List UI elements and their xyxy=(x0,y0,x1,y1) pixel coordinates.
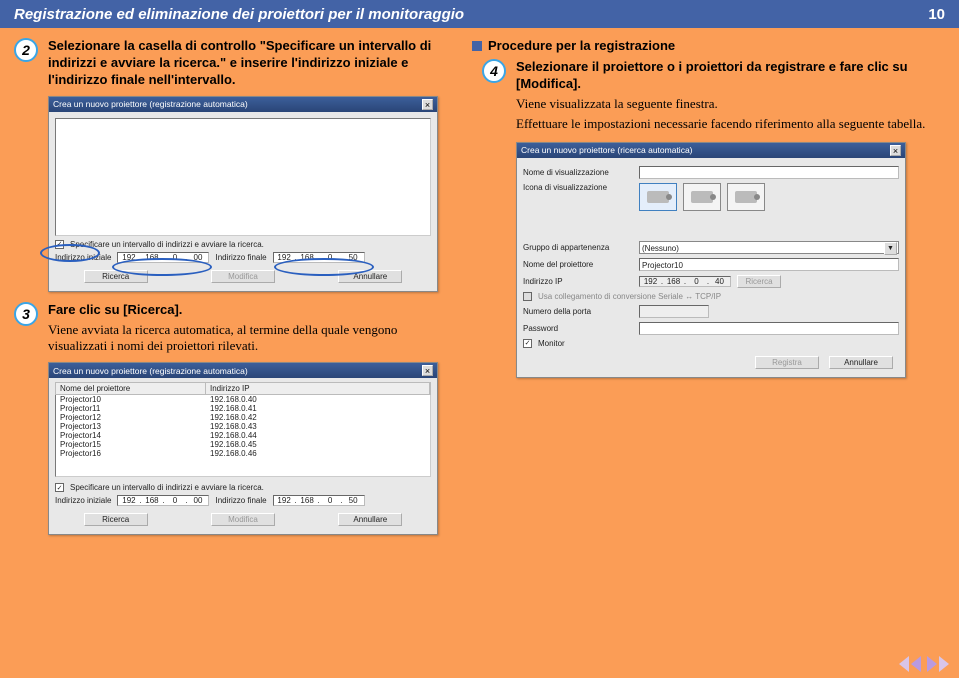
step-2-text: Selezionare la casella di controllo "Spe… xyxy=(48,38,454,89)
table-row: Projector10192.168.0.40 xyxy=(56,395,430,404)
cancel-button[interactable]: Annullare xyxy=(829,356,893,369)
register-button[interactable]: Registra xyxy=(755,356,819,369)
procedure-title: Procedure per la registrazione xyxy=(472,38,945,53)
step-3: 3 Fare clic su [Ricerca]. Viene avviata … xyxy=(14,302,454,359)
search-ip-button[interactable]: Ricerca xyxy=(737,275,781,288)
nav-prev-outer-icon[interactable] xyxy=(899,656,909,672)
nav-next-icon[interactable] xyxy=(927,656,937,672)
step-4-number: 4 xyxy=(482,59,506,83)
checkbox-monitor[interactable]: ✓ xyxy=(523,339,532,348)
page-header: Registrazione ed eliminazione dei proiet… xyxy=(0,0,959,28)
left-column: 2 Selezionare la casella di controllo "S… xyxy=(14,38,454,642)
port-number-field xyxy=(639,305,709,318)
ip-initial-field[interactable]: 192. 168. 0. 00 xyxy=(117,495,209,506)
step-2-number: 2 xyxy=(14,38,38,62)
dialog4-title: Crea un nuovo proiettore (ricerca automa… xyxy=(521,145,693,155)
label-projector-name: Nome del proiettore xyxy=(523,260,633,269)
dialog1-title: Crea un nuovo proiettore (registrazione … xyxy=(53,99,248,109)
dialog-create-projector-form: Crea un nuovo proiettore (ricerca automa… xyxy=(516,142,906,378)
search-button[interactable]: Ricerca xyxy=(84,513,148,526)
column-header-ip[interactable]: Indirizzo IP xyxy=(206,383,430,394)
checkbox-specify-range[interactable]: ✓ xyxy=(55,483,64,492)
label-group: Gruppo di appartenenza xyxy=(523,243,633,252)
dialog1-titlebar: Crea un nuovo proiettore (registrazione … xyxy=(49,97,437,112)
table-row: Projector12192.168.0.42 xyxy=(56,413,430,422)
label-ip-final: Indirizzo finale xyxy=(215,253,266,262)
dialog1-list-area xyxy=(55,118,431,236)
ip-final-field[interactable]: 192. 168. 0. 50 xyxy=(273,495,365,506)
step-4: 4 Selezionare il proiettore o i proietto… xyxy=(482,59,945,136)
step-3-number: 3 xyxy=(14,302,38,326)
dialog3-title: Crea un nuovo proiettore (registrazione … xyxy=(53,366,248,376)
close-icon[interactable]: × xyxy=(890,145,901,156)
page-number: 10 xyxy=(928,6,945,23)
ip-address-field: 192. 168. 0. 40 xyxy=(639,276,731,287)
content-area: 2 Selezionare la casella di controllo "S… xyxy=(0,28,959,648)
dialog3-titlebar: Crea un nuovo proiettore (registrazione … xyxy=(49,363,437,378)
label-ip-final: Indirizzo finale xyxy=(215,496,266,505)
nav-prev-icon[interactable] xyxy=(911,656,921,672)
projector-name-field[interactable]: Projector10 xyxy=(639,258,899,271)
step-3-text: Viene avviata la ricerca automatica, al … xyxy=(48,322,454,356)
label-ip-initial: Indirizzo iniziale xyxy=(55,496,111,505)
ip-final-field[interactable]: 192. 168. 0. 50 xyxy=(273,252,365,263)
step-4-title: Selezionare il proiettore o i proiettori… xyxy=(516,59,945,93)
checkbox-specify-range[interactable]: ✓ xyxy=(55,240,64,249)
projector-icon-option-1[interactable] xyxy=(639,183,677,211)
password-field[interactable] xyxy=(639,322,899,335)
results-list[interactable]: Projector10192.168.0.40 Projector11192.1… xyxy=(55,395,431,477)
label-ip-address: Indirizzo IP xyxy=(523,277,633,286)
right-column: Procedure per la registrazione 4 Selezio… xyxy=(472,38,945,642)
label-password: Password xyxy=(523,324,633,333)
modify-button[interactable]: Modifica xyxy=(211,270,275,283)
step-4-text-1: Viene visualizzata la seguente finestra. xyxy=(516,96,945,113)
nav-arrows xyxy=(899,656,949,672)
page-title: Registrazione ed eliminazione dei proiet… xyxy=(14,6,464,23)
label-display-name: Nome di visualizzazione xyxy=(523,168,633,177)
results-header-row: Nome del proiettore Indirizzo IP xyxy=(55,382,431,395)
dialog-create-projector-results: Crea un nuovo proiettore (registrazione … xyxy=(48,362,438,535)
step-2: 2 Selezionare la casella di controllo "S… xyxy=(14,38,454,92)
checkbox-serial-tcpip[interactable] xyxy=(523,292,532,301)
table-row: Projector14192.168.0.44 xyxy=(56,431,430,440)
cancel-button[interactable]: Annullare xyxy=(338,270,402,283)
modify-button[interactable]: Modifica xyxy=(211,513,275,526)
checkbox-label: Specificare un intervallo di indirizzi e… xyxy=(70,483,264,492)
ip-initial-field[interactable]: 192. 168. 0. 00 xyxy=(117,252,209,263)
projector-icon-option-2[interactable] xyxy=(683,183,721,211)
label-serial-tcpip: Usa collegamento di conversione Seriale … xyxy=(538,292,721,301)
cancel-button[interactable]: Annullare xyxy=(338,513,402,526)
dialog4-titlebar: Crea un nuovo proiettore (ricerca automa… xyxy=(517,143,905,158)
label-port-number: Numero della porta xyxy=(523,307,633,316)
close-icon[interactable]: × xyxy=(422,365,433,376)
table-row: Projector16192.168.0.46 xyxy=(56,449,430,458)
nav-next-outer-icon[interactable] xyxy=(939,656,949,672)
table-row: Projector11192.168.0.41 xyxy=(56,404,430,413)
display-name-field[interactable] xyxy=(639,166,899,179)
step-3-title: Fare clic su [Ricerca]. xyxy=(48,302,454,319)
step-4-text-2: Effettuare le impostazioni necessarie fa… xyxy=(516,116,945,133)
group-select[interactable]: (Nessuno) xyxy=(639,241,899,254)
table-row: Projector13192.168.0.43 xyxy=(56,422,430,431)
search-button[interactable]: Ricerca xyxy=(84,270,148,283)
projector-icon-option-3[interactable] xyxy=(727,183,765,211)
dialog-create-projector-1: Crea un nuovo proiettore (registrazione … xyxy=(48,96,438,292)
checkbox-label: Specificare un intervallo di indirizzi e… xyxy=(70,240,264,249)
label-monitor: Monitor xyxy=(538,339,565,348)
label-display-icon: Icona di visualizzazione xyxy=(523,183,633,192)
close-icon[interactable]: × xyxy=(422,99,433,110)
column-header-name[interactable]: Nome del proiettore xyxy=(56,383,206,394)
label-ip-initial: Indirizzo iniziale xyxy=(55,253,111,262)
table-row: Projector15192.168.0.45 xyxy=(56,440,430,449)
